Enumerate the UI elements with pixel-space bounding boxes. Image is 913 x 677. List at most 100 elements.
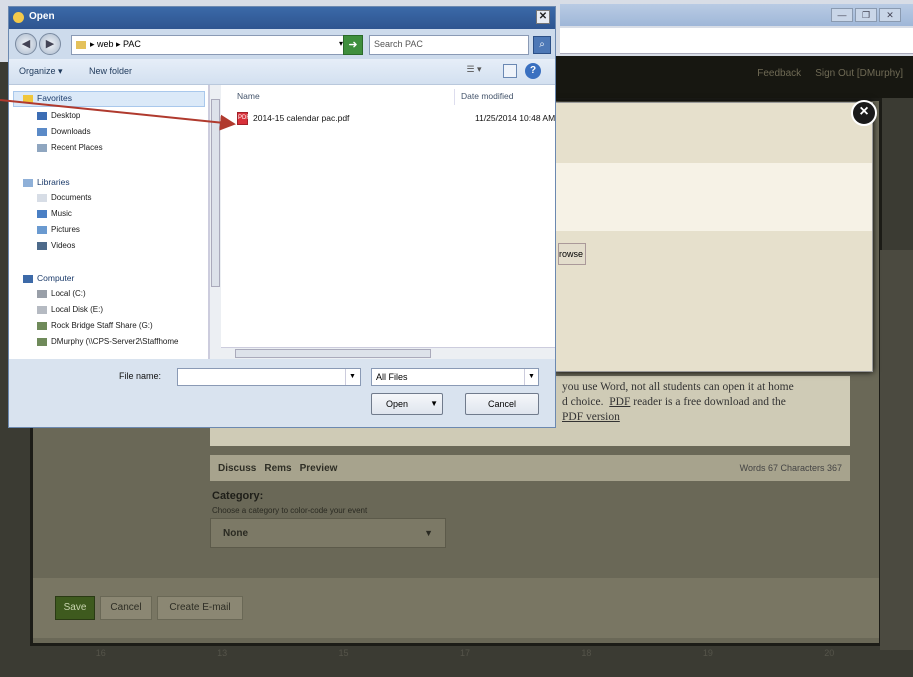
horizontal-scrollbar[interactable] [221,347,555,359]
nav-staff-share[interactable]: Rock Bridge Staff Share (G:) [37,321,153,330]
sign-out-link[interactable]: Sign Out [DMurphy] [815,68,903,79]
path-breadcrumb[interactable]: ▸ web ▸ PAC [71,35,359,55]
file-list: Name Date modified PDF 2014-15 calendar … [221,85,555,359]
dialog-close-button[interactable]: ✕ [536,10,550,24]
cancel-button[interactable]: Cancel [100,596,152,620]
word-count: Words 67 Characters 367 [739,463,842,473]
calendar-day[interactable]: 17 [460,648,470,672]
music-icon [37,209,47,218]
browse-button[interactable]: rowse [558,243,586,265]
nav-music[interactable]: Music [37,209,72,218]
search-input[interactable]: Search PAC [369,35,529,55]
maximize-button[interactable]: ❐ [855,8,877,22]
videos-icon [37,241,47,250]
rems-tab[interactable]: Rems [264,463,291,474]
organize-button[interactable]: Organize ▾ [19,66,63,77]
dialog-nav-row: ◀ ▶ ▸ web ▸ PAC ▾ ➜ Search PAC ⌕ [9,29,555,59]
chevron-down-icon: ▼ [424,528,433,538]
save-button[interactable]: Save [55,596,95,620]
nav-local-c[interactable]: Local (C:) [37,289,86,298]
nav-local-disk-e[interactable]: Local Disk (E:) [37,305,103,314]
change-view-button[interactable]: ☰ ▾ [461,64,487,79]
preview-pane-button[interactable] [503,64,517,78]
file-name-input[interactable] [177,368,361,386]
drive-icon [37,289,47,298]
scrollbar-thumb[interactable] [211,99,220,287]
close-window-button[interactable]: ✕ [879,8,901,22]
open-file-dialog: Open ✕ ◀ ▶ ▸ web ▸ PAC ▾ ➜ Search PAC ⌕ … [8,6,556,428]
pdf-link[interactable]: PDF [609,396,630,408]
nav-libraries[interactable]: Libraries [23,177,70,187]
file-type-select[interactable]: All Files ▼ [371,368,539,386]
modal-band: rowse [556,163,872,265]
feedback-link[interactable]: Feedback [757,68,801,79]
nav-pictures[interactable]: Pictures [37,225,80,234]
forward-button[interactable]: ▶ [39,33,61,55]
nav-videos[interactable]: Videos [37,241,75,250]
calendar-side-strip [880,250,913,650]
dialog-titlebar: Open ✕ [9,7,555,29]
dialog-title: Open [29,11,55,22]
column-header-name[interactable]: Name [233,89,455,105]
calendar-day[interactable]: 19 [703,648,713,672]
nav-favorites[interactable]: Favorites [23,93,72,103]
chevron-down-icon: ▼ [524,369,538,385]
modal-close-button[interactable]: × [851,100,877,126]
nav-computer[interactable]: Computer [23,273,74,283]
pdf-version-link[interactable]: PDF version [562,411,620,423]
star-icon [23,94,33,103]
nav-recent-places[interactable]: Recent Places [37,143,103,152]
calendar-day[interactable]: 13 [217,648,227,672]
back-button[interactable]: ◀ [15,33,37,55]
file-date: 11/25/2014 10:48 AM [475,113,556,123]
recent-places-icon [37,143,47,152]
nav-dmurphy[interactable]: DMurphy (\\CPS-Server2\Staffhome [37,337,178,346]
new-folder-button[interactable]: New folder [89,66,132,76]
file-name-label: File name: [119,371,162,381]
preview-tab[interactable]: Preview [300,463,338,474]
category-label: Category: [212,490,264,502]
chevron-down-icon[interactable]: ▼ [345,369,359,385]
pdf-icon: PDF [237,112,250,125]
arrow-left-icon: ◀ [21,38,31,50]
info-text: you use Word, not all students can open … [562,381,794,423]
minimize-button[interactable]: — [831,8,853,22]
desktop-icon [37,111,47,120]
address-bar[interactable] [560,28,913,54]
refresh-button[interactable]: ➜ [343,35,363,55]
help-icon[interactable]: ? [525,63,541,79]
editor-toolbar: Discuss Rems Preview Words 67 Characters… [210,455,850,481]
dialog-app-icon [13,12,24,23]
calendar-day[interactable]: 16 [96,648,106,672]
file-row[interactable]: PDF 2014-15 calendar pac.pdf 11/25/2014 … [235,111,556,127]
calendar-day[interactable]: 15 [339,648,349,672]
browser-titlebar: — ❐ ✕ [560,4,913,26]
create-email-button[interactable]: Create E-mail [157,596,243,620]
column-header-date-modified[interactable]: Date modified [457,89,553,105]
dialog-cancel-button[interactable]: Cancel [465,393,539,415]
calendar-day[interactable]: 20 [824,648,834,672]
nav-desktop[interactable]: Desktop [37,111,80,120]
navigation-pane: Favorites Desktop Downloads Recent Place… [9,85,209,359]
computer-icon [23,274,33,283]
nav-documents[interactable]: Documents [37,193,91,202]
arrow-right-icon: ▶ [45,38,55,50]
search-icon[interactable]: ⌕ [533,36,551,54]
file-name: 2014-15 calendar pac.pdf [253,113,350,123]
site-nav: Feedback Sign Out [DMurphy] [555,56,913,98]
scrollbar-thumb[interactable] [235,349,431,358]
drive-icon [37,305,47,314]
open-button[interactable]: Open ▼ [371,393,443,415]
documents-icon [37,193,47,202]
network-drive-icon [37,321,47,330]
nav-downloads[interactable]: Downloads [37,127,91,136]
calendar-day[interactable]: 18 [581,648,591,672]
downloads-icon [37,127,47,136]
discuss-tab[interactable]: Discuss [218,463,256,474]
category-hint: Choose a category to color-code your eve… [212,506,368,515]
libraries-icon [23,178,33,187]
dialog-command-bar: Organize ▾ New folder ☰ ▾ ? [9,59,555,85]
calendar-day-row: 16 13 15 17 18 19 20 [40,648,890,672]
nav-scrollbar[interactable] [209,85,221,359]
category-select[interactable]: None ▼ [210,518,446,548]
